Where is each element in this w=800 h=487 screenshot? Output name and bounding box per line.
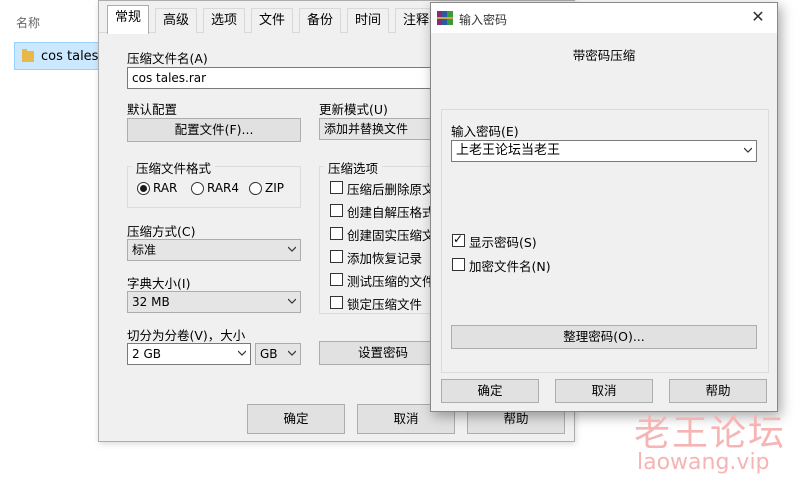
split-unit-select[interactable]: GB bbox=[255, 343, 301, 365]
option-solid-checkbox[interactable] bbox=[330, 227, 343, 240]
tab-general[interactable]: 常规 bbox=[107, 5, 150, 34]
update-mode-label: 更新模式(U) bbox=[319, 102, 388, 117]
column-header-name[interactable]: 名称 bbox=[16, 14, 40, 31]
set-password-button[interactable]: 设置密码 bbox=[319, 341, 447, 365]
option-test-checkbox[interactable] bbox=[330, 273, 343, 286]
method-label: 压缩方式(C) bbox=[127, 224, 196, 239]
show-password-label[interactable]: 显示密码(S) bbox=[469, 232, 537, 251]
split-size-value: 2 GB bbox=[132, 347, 161, 361]
default-profile-label: 默认配置 bbox=[127, 102, 178, 117]
split-unit-value: GB bbox=[260, 347, 278, 361]
password-ok-button[interactable]: 确定 bbox=[441, 379, 539, 403]
update-mode-select[interactable]: 添加并替换文件 bbox=[319, 118, 447, 140]
password-input[interactable]: 上老王论坛当老王 bbox=[451, 140, 757, 162]
radio-rar4-label[interactable]: RAR4 bbox=[207, 181, 239, 195]
winrar-icon bbox=[437, 11, 453, 25]
split-label: 切分为分卷(V)，大小 bbox=[127, 328, 246, 343]
archive-name-input[interactable]: cos tales.rar bbox=[127, 67, 447, 89]
encrypt-names-checkbox[interactable] bbox=[452, 258, 465, 271]
chevron-down-icon bbox=[288, 298, 296, 304]
password-value: 上老王论坛当老王 bbox=[456, 143, 561, 158]
password-dialog-heading: 带密码压缩 bbox=[572, 48, 636, 63]
option-sfx-checkbox[interactable] bbox=[330, 204, 343, 217]
dict-value: 32 MB bbox=[132, 295, 170, 309]
format-group-title: 压缩文件格式 bbox=[132, 158, 216, 177]
close-icon[interactable]: ✕ bbox=[749, 9, 767, 27]
profile-button[interactable]: 配置文件(F)... bbox=[127, 118, 301, 142]
tab-backup[interactable]: 备份 bbox=[299, 8, 342, 33]
option-lock-checkbox[interactable] bbox=[330, 296, 343, 309]
folder-icon bbox=[22, 49, 34, 62]
dict-select[interactable]: 32 MB bbox=[127, 291, 301, 313]
password-help-button[interactable]: 帮助 bbox=[669, 379, 767, 403]
archive-name-label: 压缩文件名(A) bbox=[127, 51, 208, 66]
tab-time[interactable]: 时间 bbox=[347, 8, 390, 33]
method-value: 标准 bbox=[132, 243, 157, 257]
split-size-input[interactable]: 2 GB bbox=[127, 343, 251, 365]
watermark-url: laowang.vip bbox=[637, 450, 770, 475]
password-cancel-button[interactable]: 取消 bbox=[555, 379, 653, 403]
radio-rar4[interactable] bbox=[191, 182, 204, 195]
password-dialog: 输入密码 ✕ 带密码压缩 输入密码(E) 上老王论坛当老王 显示密码(S) 加密… bbox=[430, 2, 778, 412]
file-explorer-pane bbox=[0, 0, 100, 487]
ok-button[interactable]: 确定 bbox=[247, 404, 345, 434]
password-label: 输入密码(E) bbox=[451, 124, 519, 139]
radio-rar[interactable] bbox=[137, 182, 150, 195]
radio-zip[interactable] bbox=[249, 182, 262, 195]
chevron-down-icon bbox=[288, 246, 296, 252]
radio-rar-label[interactable]: RAR bbox=[153, 181, 177, 195]
show-password-checkbox[interactable] bbox=[452, 232, 465, 247]
tab-files[interactable]: 文件 bbox=[251, 8, 294, 33]
option-recovery-checkbox[interactable] bbox=[330, 250, 343, 263]
chevron-down-icon bbox=[288, 350, 296, 356]
chevron-down-icon bbox=[744, 147, 752, 153]
options-group-title: 压缩选项 bbox=[324, 158, 383, 177]
encrypt-names-label[interactable]: 加密文件名(N) bbox=[469, 256, 551, 275]
watermark-text: 老王论坛 bbox=[634, 413, 787, 454]
chevron-down-icon bbox=[238, 350, 246, 356]
tab-advanced[interactable]: 高级 bbox=[155, 8, 198, 33]
tab-options[interactable]: 选项 bbox=[203, 8, 246, 33]
password-dialog-title: 输入密码 bbox=[459, 13, 508, 27]
radio-zip-label[interactable]: ZIP bbox=[265, 181, 284, 195]
file-name[interactable]: cos tales bbox=[41, 49, 98, 64]
method-select[interactable]: 标准 bbox=[127, 239, 301, 261]
organize-passwords-button[interactable]: 整理密码(O)... bbox=[451, 325, 757, 349]
option-delete-after-checkbox[interactable] bbox=[330, 181, 343, 194]
dict-label: 字典大小(I) bbox=[127, 276, 191, 291]
